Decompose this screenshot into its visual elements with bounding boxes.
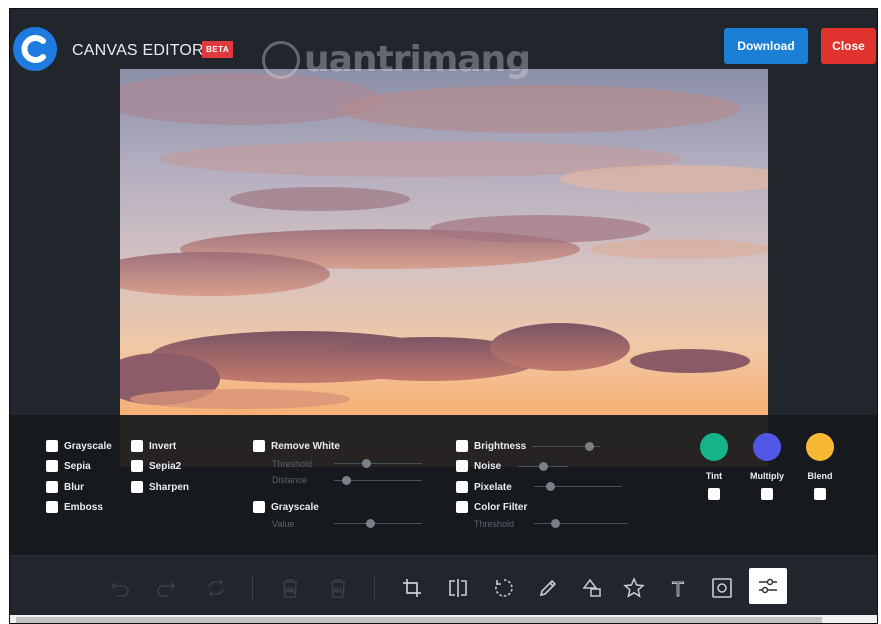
tint-color-swatch[interactable]	[700, 433, 728, 461]
slider-knob[interactable]	[342, 476, 351, 485]
multiply-color-swatch[interactable]	[753, 433, 781, 461]
noise-slider[interactable]	[518, 462, 568, 471]
slider-knob[interactable]	[551, 519, 560, 528]
blend-label: Blend	[807, 471, 833, 481]
horizontal-scrollbar[interactable]	[10, 615, 877, 623]
distance-label: Distance	[272, 475, 308, 485]
filter-label: Pixelate	[474, 481, 512, 493]
filter-grayscale2-checkbox[interactable]: Grayscale	[253, 501, 319, 513]
bottom-toolbar: DEL ALL T	[10, 555, 877, 615]
checkbox-box[interactable]	[131, 440, 143, 452]
checkbox-box[interactable]	[253, 440, 265, 452]
slider-knob[interactable]	[546, 482, 555, 491]
blend-color-swatch[interactable]	[806, 433, 834, 461]
blend-checkbox[interactable]	[814, 488, 826, 500]
filter-label: Brightness	[474, 440, 527, 452]
filter-label: Grayscale	[64, 440, 112, 452]
shape-icon[interactable]	[580, 576, 604, 600]
text-glyph: T	[672, 579, 684, 599]
filter-label: Blur	[64, 481, 84, 493]
filter-sepia2-checkbox[interactable]: Sepia2	[131, 460, 181, 472]
mask-icon[interactable]	[710, 576, 734, 600]
star-icon[interactable]	[622, 576, 646, 600]
filter-noise-checkbox[interactable]: Noise	[456, 460, 501, 472]
slider-knob[interactable]	[539, 462, 548, 471]
text-icon[interactable]: T	[666, 576, 690, 600]
delete-glyph: DEL	[285, 588, 295, 594]
redo-icon[interactable]	[154, 576, 178, 600]
toolbar-separator	[374, 576, 375, 600]
filter-label: Grayscale	[271, 501, 319, 513]
filter-label: Sepia2	[149, 460, 182, 472]
filter-sharpen-checkbox[interactable]: Sharpen	[131, 481, 189, 493]
value-slider[interactable]	[334, 519, 422, 528]
filter-color-filter-checkbox[interactable]: Color Filter	[456, 501, 527, 513]
checkbox-box[interactable]	[46, 460, 58, 472]
checkbox-box[interactable]	[131, 460, 143, 472]
filter-label: Invert	[149, 440, 177, 452]
filter-blur-checkbox[interactable]: Blur	[46, 481, 84, 493]
threshold-slider[interactable]	[334, 459, 422, 468]
repeat-icon[interactable]	[204, 576, 228, 600]
slider-knob[interactable]	[585, 442, 594, 451]
checkbox-box[interactable]	[46, 501, 58, 513]
slider-knob[interactable]	[362, 459, 371, 468]
checkbox-box[interactable]	[131, 481, 143, 493]
filter-brightness-checkbox[interactable]: Brightness	[456, 440, 526, 452]
multiply-checkbox[interactable]	[761, 488, 773, 500]
delete-icon[interactable]: DEL	[278, 576, 302, 600]
filter-emboss-checkbox[interactable]: Emboss	[46, 501, 103, 513]
crop-icon[interactable]	[400, 576, 424, 600]
filter-grayscale-checkbox[interactable]: Grayscale	[46, 440, 112, 452]
undo-icon[interactable]	[108, 576, 132, 600]
draw-icon[interactable]	[536, 576, 560, 600]
filter-pixelate-checkbox[interactable]: Pixelate	[456, 481, 512, 493]
slider-knob[interactable]	[366, 519, 375, 528]
delete-all-icon[interactable]: ALL	[326, 576, 350, 600]
distance-slider[interactable]	[334, 476, 422, 485]
multiply-label: Multiply	[750, 471, 784, 481]
checkbox-box[interactable]	[46, 440, 58, 452]
checkbox-box[interactable]	[46, 481, 58, 493]
filter-label: Sharpen	[149, 481, 190, 493]
checkbox-box[interactable]	[456, 460, 468, 472]
checkbox-box[interactable]	[253, 501, 265, 513]
filter-label: Remove White	[271, 440, 340, 452]
beta-badge: BETA	[202, 41, 234, 58]
watermark-logo-icon	[262, 40, 300, 79]
scrollbar-thumb[interactable]	[16, 617, 822, 623]
threshold-label: Threshold	[272, 459, 313, 469]
filter-label: Noise	[474, 460, 502, 472]
download-button[interactable]: Download	[724, 28, 808, 64]
app-title: CANVAS EDITOR	[72, 42, 204, 59]
checkbox-box[interactable]	[456, 481, 468, 493]
filter-sepia-checkbox[interactable]: Sepia	[46, 460, 91, 472]
watermark: uantrimang	[262, 39, 531, 80]
filter-remove-white-checkbox[interactable]: Remove White	[253, 440, 340, 452]
value-label: Value	[272, 519, 295, 529]
brightness-slider[interactable]	[532, 442, 600, 451]
checkbox-box[interactable]	[456, 501, 468, 513]
filter-icon[interactable]	[749, 568, 787, 604]
checkbox-box[interactable]	[456, 440, 468, 452]
filter-label: Emboss	[64, 501, 103, 513]
flip-icon[interactable]	[446, 576, 470, 600]
color-threshold-slider[interactable]	[534, 519, 628, 528]
filter-label: Color Filter	[474, 501, 528, 513]
editor-window: CANVAS EDITOR BETA Download Close uantri…	[9, 8, 878, 624]
tint-label: Tint	[705, 471, 723, 481]
filter-label: Sepia	[64, 460, 91, 472]
tint-checkbox[interactable]	[708, 488, 720, 500]
watermark-text: uantrimang	[304, 39, 531, 80]
toolbar-separator	[252, 576, 253, 600]
rotate-icon[interactable]	[492, 576, 516, 600]
color-threshold-label: Threshold	[474, 519, 515, 529]
canvas-logo-icon	[13, 27, 57, 71]
canvas-image[interactable]	[120, 69, 768, 467]
close-button[interactable]: Close	[821, 28, 876, 64]
filter-invert-checkbox[interactable]: Invert	[131, 440, 176, 452]
pixelate-slider[interactable]	[534, 482, 622, 491]
delete-all-glyph: ALL	[334, 588, 343, 594]
